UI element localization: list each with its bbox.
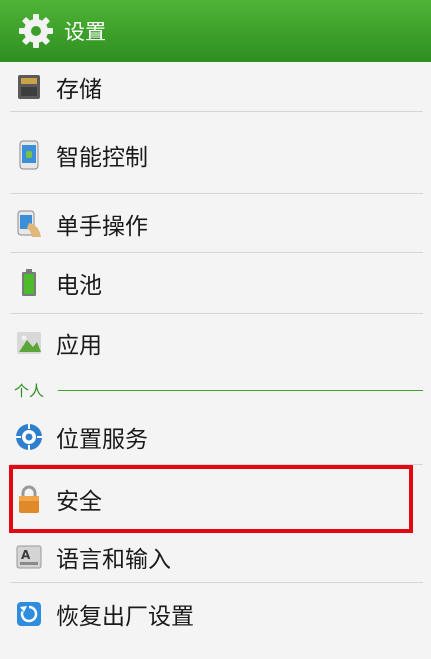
divider <box>10 111 423 112</box>
settings-item-smart-control[interactable]: 智能控制 <box>0 122 431 188</box>
apps-icon <box>14 328 44 358</box>
storage-icon <box>14 72 44 102</box>
page-title: 设置 <box>64 20 106 44</box>
divider <box>10 193 423 194</box>
svg-text:A: A <box>21 548 31 562</box>
settings-item-battery[interactable]: 电池 <box>0 256 431 310</box>
settings-item-label: 位置服务 <box>56 427 148 453</box>
settings-item-apps[interactable]: 应用 <box>0 316 431 370</box>
settings-item-label: 智能控制 <box>56 145 148 171</box>
settings-item-label: 应用 <box>56 333 102 359</box>
settings-item-label: 存储 <box>56 77 102 103</box>
divider <box>10 582 423 583</box>
section-label: 个人 <box>14 382 45 400</box>
settings-item-label: 单手操作 <box>56 214 148 240</box>
divider <box>10 313 423 314</box>
battery-icon <box>14 268 44 298</box>
gear-icon <box>16 11 56 51</box>
section-divider <box>58 390 423 391</box>
location-icon <box>14 422 44 452</box>
action-bar: 设置 <box>0 0 431 62</box>
phone-icon <box>14 140 44 170</box>
one-hand-icon <box>14 209 44 239</box>
settings-item-label: 恢复出厂设置 <box>56 604 194 630</box>
divider <box>10 252 423 253</box>
keyboard-icon: A <box>14 542 44 572</box>
settings-item-factory-reset[interactable]: 恢复出厂设置 <box>0 588 431 640</box>
reset-icon <box>14 599 44 629</box>
section-header-personal: 个人 <box>0 378 431 406</box>
settings-item-label: 语言和输入 <box>56 547 171 573</box>
highlight-box <box>9 465 413 533</box>
settings-item-language[interactable]: A 语言和输入 <box>0 532 431 582</box>
settings-item-location[interactable]: 位置服务 <box>0 410 431 464</box>
settings-item-storage[interactable]: 存储 <box>0 62 431 112</box>
settings-item-label: 电池 <box>56 273 102 299</box>
settings-item-one-hand[interactable]: 单手操作 <box>0 196 431 252</box>
